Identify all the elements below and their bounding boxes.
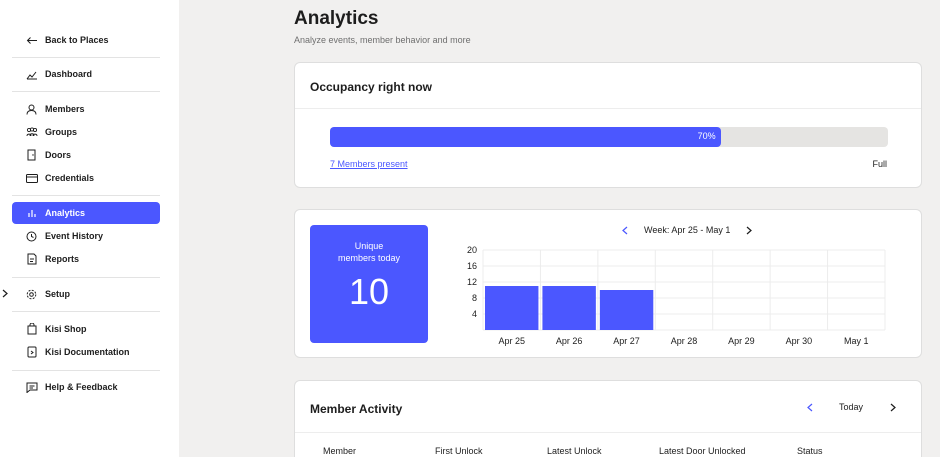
sidebar-item-kisi-shop[interactable]: Kisi Shop <box>12 318 160 340</box>
day-navigation: Today <box>805 402 898 412</box>
sidebar-divider <box>12 277 160 278</box>
card-header: Occupancy right now <box>295 63 921 109</box>
occupancy-percent: 70% <box>697 131 716 141</box>
door-icon <box>25 149 38 162</box>
card-header: Member Activity Today <box>295 381 921 433</box>
history-icon <box>25 230 38 243</box>
sidebar-item-label: Kisi Shop <box>45 324 87 334</box>
y-tick-label: 16 <box>467 261 477 271</box>
sidebar-item-credentials[interactable]: Credentials <box>12 167 160 189</box>
x-tick-label: Apr 26 <box>556 336 583 346</box>
unique-label-line1: Unique <box>354 241 384 251</box>
unique-members-tile: Unique members today 10 <box>310 225 428 343</box>
y-tick-label: 4 <box>472 309 477 319</box>
sidebar-item-members[interactable]: Members <box>12 98 160 120</box>
occupancy-progress-bar: 70% <box>330 127 888 147</box>
chat-icon <box>25 381 38 394</box>
back-to-places-label: Back to Places <box>45 35 109 45</box>
sidebar-item-label: Analytics <box>45 208 86 218</box>
sidebar-divider <box>12 91 160 92</box>
sidebar-item-event-history[interactable]: Event History <box>12 225 160 247</box>
sidebar-item-help-feedback[interactable]: Help & Feedback <box>12 376 160 398</box>
sidebar-item-analytics[interactable]: Analytics <box>12 202 160 224</box>
sidebar-item-label: Kisi Documentation <box>45 347 130 357</box>
members-present-link[interactable]: 7 Members present <box>330 159 408 169</box>
gear-icon <box>25 288 38 301</box>
sidebar-item-label: Doors <box>45 150 72 160</box>
x-tick-label: May 1 <box>844 336 869 346</box>
y-tick-label: 20 <box>467 245 477 255</box>
x-tick-label: Apr 30 <box>786 336 813 346</box>
page-title: Analytics <box>294 8 379 29</box>
sidebar-item-groups[interactable]: Groups <box>12 121 160 143</box>
card-icon <box>25 172 38 185</box>
sidebar-divider <box>12 311 160 312</box>
unique-members-label: Unique members today <box>310 240 428 264</box>
sidebar-item-label: Reports <box>45 254 80 264</box>
column-header-latest-unlock[interactable]: Latest Unlock <box>547 446 602 456</box>
sidebar: Back to Places Dashboard Members Groups … <box>0 0 179 457</box>
sidebar-item-label: Dashboard <box>45 69 93 79</box>
page-subtitle: Analyze events, member behavior and more <box>294 35 471 45</box>
column-header-status[interactable]: Status <box>797 446 823 456</box>
member-activity-card: Member Activity Today Member First Unloc… <box>294 380 922 457</box>
arrow-left-icon <box>25 34 38 47</box>
sidebar-divider <box>12 370 160 371</box>
sidebar-item-label: Members <box>45 104 85 114</box>
full-label: Full <box>872 159 887 169</box>
x-tick-label: Apr 27 <box>613 336 640 346</box>
chart-bar <box>485 286 539 330</box>
sidebar-item-setup[interactable]: Setup <box>2 283 160 305</box>
back-to-places-link[interactable]: Back to Places <box>12 29 160 51</box>
chart-bar <box>599 290 654 330</box>
chart-line-icon <box>25 68 38 81</box>
sidebar-item-label: Credentials <box>45 173 95 183</box>
chart-bar <box>542 286 596 330</box>
member-activity-title: Member Activity <box>310 402 403 416</box>
column-header-first-unlock[interactable]: First Unlock <box>435 446 483 456</box>
occupancy-card: Occupancy right now 70% 7 Members presen… <box>294 62 922 188</box>
chevron-left-icon[interactable] <box>620 225 630 235</box>
column-header-latest-door[interactable]: Latest Door Unlocked <box>659 446 746 456</box>
sidebar-item-label: Help & Feedback <box>45 382 118 392</box>
x-tick-label: Apr 25 <box>498 336 525 346</box>
sidebar-item-dashboard[interactable]: Dashboard <box>12 63 160 85</box>
sidebar-item-label: Groups <box>45 127 78 137</box>
report-icon <box>25 253 38 266</box>
occupancy-progress-fill: 70% <box>330 127 721 147</box>
chevron-right-icon[interactable] <box>744 225 754 235</box>
x-tick-label: Apr 29 <box>728 336 755 346</box>
unique-members-count: 10 <box>348 271 390 312</box>
y-tick-label: 12 <box>467 277 477 287</box>
sidebar-item-reports[interactable]: Reports <box>12 248 160 270</box>
user-icon <box>25 103 38 116</box>
weekly-bar-chart: 4 8 12 16 20 Apr 25 Apr 26 Apr 27 Apr 28 Apr 29 Ap… <box>467 245 886 346</box>
sidebar-item-label: Event History <box>45 231 104 241</box>
chevron-left-icon[interactable] <box>805 402 815 412</box>
bar-chart-icon <box>25 207 38 220</box>
document-icon <box>25 346 38 359</box>
today-label: Today <box>839 402 864 412</box>
sidebar-divider <box>12 195 160 196</box>
unique-label-line2: members today <box>337 253 401 263</box>
column-header-member[interactable]: Member <box>323 446 356 456</box>
occupancy-title: Occupancy right now <box>310 80 433 94</box>
weekly-analytics-card: Unique members today 10 Week: Apr 25 - M… <box>294 209 922 358</box>
shopping-bag-icon <box>25 323 38 336</box>
sidebar-item-label: Setup <box>45 289 71 299</box>
users-icon <box>25 126 38 139</box>
sidebar-divider <box>12 57 160 58</box>
chevron-right-icon[interactable] <box>888 402 898 412</box>
sidebar-item-doors[interactable]: Doors <box>12 144 160 166</box>
x-tick-label: Apr 28 <box>671 336 698 346</box>
y-tick-label: 8 <box>472 293 477 303</box>
week-navigation: Week: Apr 25 - May 1 <box>620 225 754 235</box>
week-label: Week: Apr 25 - May 1 <box>644 225 731 235</box>
sidebar-item-kisi-documentation[interactable]: Kisi Documentation <box>12 341 160 363</box>
chevron-right-icon <box>2 289 10 299</box>
